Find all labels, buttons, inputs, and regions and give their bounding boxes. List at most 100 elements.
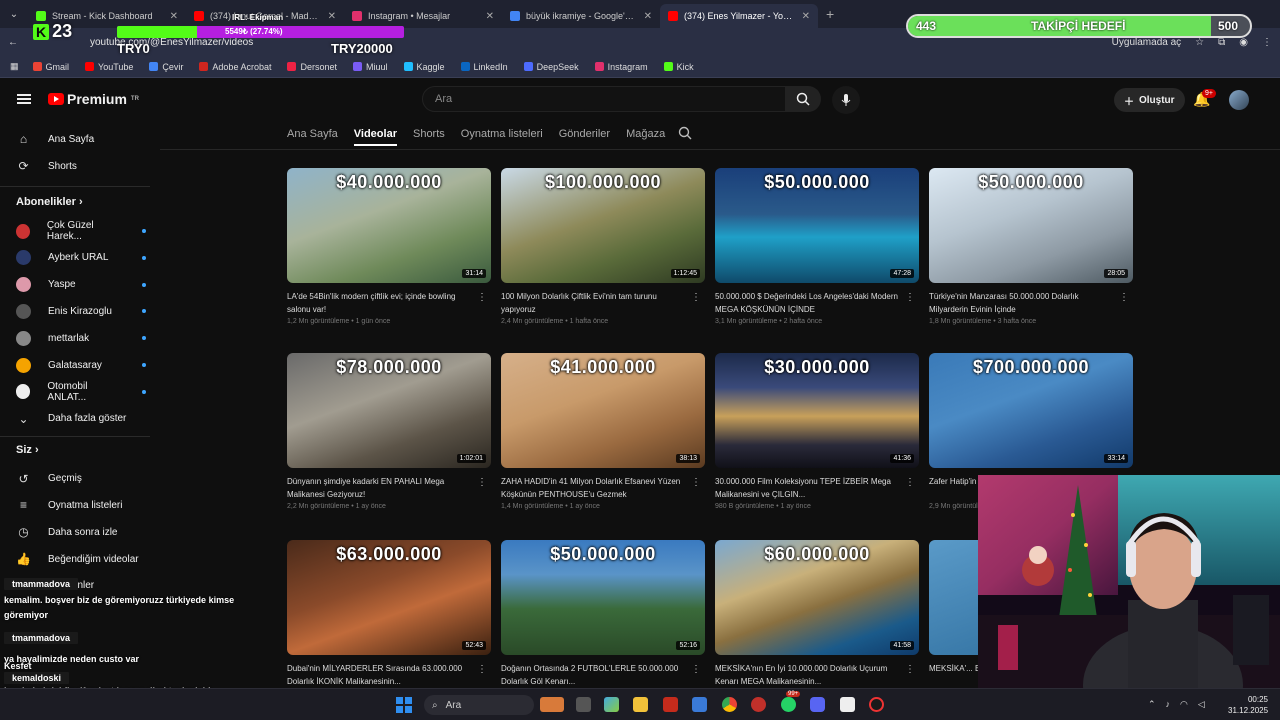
more-actions-icon[interactable]: ⋮ <box>691 477 701 488</box>
tab-close-icon[interactable]: ✕ <box>170 11 178 22</box>
video-card[interactable]: $78.000.000 1:02:01 Dünyanın şimdiye kadar… <box>287 353 491 513</box>
more-actions-icon[interactable]: ⋮ <box>905 664 915 675</box>
bookmark-item[interactable]: Adobe Acrobat <box>199 62 271 72</box>
subscription-item[interactable]: Enis Kirazoglu <box>16 298 146 324</box>
you-heading[interactable]: Siz › <box>16 444 39 456</box>
video-thumbnail[interactable]: $78.000.000 1:02:01 <box>287 353 491 468</box>
extensions-icon[interactable]: ⧉ <box>1218 37 1225 48</box>
back-icon[interactable]: ← <box>8 37 18 48</box>
bookmark-item[interactable]: Instagram <box>594 62 648 72</box>
capcut-icon[interactable] <box>840 697 855 712</box>
video-title[interactable]: Türkiye'nin Manzarası 50.000.000 Dolarlı… <box>929 290 1119 316</box>
video-card[interactable]: $60.000.000 41:58 MEKSİKA'nın En İyi 10.00… <box>715 540 919 700</box>
tray-chevron-icon[interactable]: ⌃ <box>1148 699 1156 710</box>
start-windows-icon[interactable] <box>396 697 412 713</box>
video-thumbnail[interactable]: $30.000.000 41:36 <box>715 353 919 468</box>
open-in-app-button[interactable]: Uygulamada aç <box>1112 37 1181 48</box>
video-title[interactable]: Doğanın Ortasında 2 FUTBOL'LERLE 50.000.… <box>501 662 691 688</box>
sidebar-item-shorts[interactable]: ⟳ Shorts <box>16 153 146 179</box>
more-actions-icon[interactable]: ⋮ <box>905 477 915 488</box>
taskbar-widget-icon[interactable] <box>540 697 564 712</box>
channel-search-icon[interactable] <box>678 126 692 145</box>
channel-tab[interactable]: Mağaza <box>626 128 665 140</box>
discord-icon[interactable] <box>810 697 825 712</box>
more-actions-icon[interactable]: ⋮ <box>905 292 915 303</box>
browser-tab[interactable]: büyük ikramiye - Google'da Ara ✕ <box>502 4 660 28</box>
video-title[interactable]: Dünyanın şimdiye kadarki EN PAHALI Mega … <box>287 475 477 501</box>
subscription-item[interactable]: mettarlak <box>16 325 146 351</box>
video-thumbnail[interactable]: $100.000.000 1:12:45 <box>501 168 705 283</box>
sidebar-item-watch-later[interactable]: ◷ Daha sonra izle <box>16 519 146 545</box>
more-actions-icon[interactable]: ⋮ <box>691 664 701 675</box>
create-button[interactable]: ＋ Oluştur <box>1114 88 1185 112</box>
video-card[interactable]: $41.000.000 38:13 ZAHA HADID'in 41 Milyon … <box>501 353 705 513</box>
more-actions-icon[interactable]: ⋮ <box>1119 292 1129 303</box>
channel-tab[interactable]: Ana Sayfa <box>287 128 338 140</box>
video-thumbnail[interactable]: $41.000.000 38:13 <box>501 353 705 468</box>
new-tab-button[interactable]: + <box>818 6 842 22</box>
microphone-tray-icon[interactable]: ♪ <box>1166 699 1171 710</box>
store-icon[interactable] <box>692 697 707 712</box>
video-thumbnail[interactable]: $63.000.000 52:43 <box>287 540 491 655</box>
browser-tab[interactable]: Instagram • Mesajlar ✕ <box>344 4 502 28</box>
video-thumbnail[interactable]: $50.000.000 28:05 <box>929 168 1133 283</box>
media-app-icon[interactable] <box>663 697 678 712</box>
sidebar-item-like[interactable]: 👍 Beğendiğim videolar <box>16 546 146 572</box>
channel-tab[interactable]: Videolar <box>353 128 397 146</box>
tab-close-icon[interactable]: ✕ <box>802 11 810 22</box>
video-title[interactable]: Dubai'nin MİLYARDERLER Sırasında 63.000.… <box>287 662 477 688</box>
subscriptions-heading[interactable]: Abonelikler › <box>16 196 83 208</box>
bookmark-item[interactable]: YouTube <box>85 62 133 72</box>
more-actions-icon[interactable]: ⋮ <box>691 292 701 303</box>
browser-menu-icon[interactable]: ⋮ <box>1262 37 1272 48</box>
tab-close-icon[interactable]: ✕ <box>486 11 494 22</box>
bookmark-item[interactable]: Çevir <box>149 62 183 72</box>
voice-search-button[interactable] <box>832 86 860 114</box>
file-explorer-icon[interactable] <box>633 697 648 712</box>
search-input[interactable]: Ara <box>422 86 786 112</box>
video-card[interactable]: $63.000.000 52:43 Dubai'nin MİLYARDERLER S… <box>287 540 491 700</box>
more-actions-icon[interactable]: ⋮ <box>477 292 487 303</box>
bookmark-item[interactable]: Dersonet <box>287 62 337 72</box>
bookmark-item[interactable]: LinkedIn <box>460 62 508 72</box>
video-title[interactable]: MEKSİKA'nın En İyi 10.000.000 Dolarlık U… <box>715 662 905 688</box>
sidebar-item-home[interactable]: ⌂ Ana Sayfa <box>16 126 146 152</box>
bookmark-item[interactable]: Kick <box>663 62 694 72</box>
browser-tab[interactable]: (374) Enes Yilmazer - YouTube ✕ <box>660 4 818 28</box>
bookmark-star-icon[interactable]: ☆ <box>1195 37 1204 48</box>
video-card[interactable]: $40.000.000 31:14 LA'de 54Bin'lik modern ç… <box>287 168 491 328</box>
video-thumbnail[interactable]: $50.000.000 52:16 <box>501 540 705 655</box>
bookmark-item[interactable]: Miuul <box>353 62 388 72</box>
more-actions-icon[interactable]: ⋮ <box>477 477 487 488</box>
video-title[interactable]: 50.000.000 $ Değerindeki Los Angeles'dak… <box>715 290 905 316</box>
video-card[interactable]: $50.000.000 28:05 Türkiye'nin Manzarası 50… <box>929 168 1133 328</box>
channel-tab[interactable]: Oynatma listeleri <box>461 128 543 140</box>
wifi-icon[interactable]: ◠ <box>1180 699 1188 710</box>
account-avatar[interactable] <box>1229 90 1249 110</box>
subscription-item[interactable]: Galatasaray <box>16 352 146 378</box>
apps-grid-icon[interactable]: ▦ <box>10 61 19 72</box>
copilot-icon[interactable] <box>604 697 619 712</box>
video-card[interactable]: $30.000.000 41:36 30.000.000 Film Koleksiy… <box>715 353 919 513</box>
video-card[interactable]: $100.000.000 1:12:45 100 Milyon Dolarlık Ç… <box>501 168 705 328</box>
search-button[interactable] <box>785 86 821 112</box>
more-actions-icon[interactable]: ⋮ <box>477 664 487 675</box>
video-title[interactable]: LA'de 54Bin'lik modern çiftlik evi; için… <box>287 290 477 316</box>
menu-icon[interactable] <box>17 94 31 104</box>
sidebar-item-playlist[interactable]: ≡ Oynatma listeleri <box>16 492 146 518</box>
channel-tab[interactable]: Gönderiler <box>559 128 610 140</box>
video-thumbnail[interactable]: $40.000.000 31:14 <box>287 168 491 283</box>
task-view-icon[interactable] <box>576 697 591 712</box>
bookmark-item[interactable]: DeepSeek <box>523 62 579 72</box>
subscription-item[interactable]: Otomobil ANLAT... <box>16 379 146 405</box>
video-title[interactable]: 100 Milyon Dolarlık Çiftlik Evi'nin tam … <box>501 290 691 316</box>
tab-close-icon[interactable]: ✕ <box>328 11 336 22</box>
taskbar-search[interactable]: ⌕ Ara <box>424 695 534 715</box>
opera-icon[interactable] <box>751 697 766 712</box>
bookmark-item[interactable]: Gmail <box>32 62 69 72</box>
video-thumbnail[interactable]: $50.000.000 47:28 <box>715 168 919 283</box>
volume-icon[interactable]: ◁ <box>1198 699 1205 710</box>
video-title[interactable]: ZAHA HADID'in 41 Milyon Dolarlık Efsanev… <box>501 475 691 501</box>
subscription-item[interactable]: Çok Güzel Harek... <box>16 218 146 244</box>
video-card[interactable]: $50.000.000 47:28 50.000.000 $ Değerindeki… <box>715 168 919 328</box>
